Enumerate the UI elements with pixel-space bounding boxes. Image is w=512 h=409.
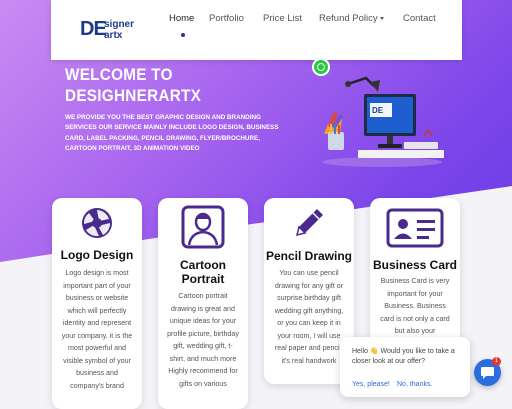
nav-portfolio[interactable]: Portfolio [209,13,244,24]
nav-home[interactable]: Home [169,13,194,24]
nav-refund-policy[interactable]: Refund Policy [319,13,384,24]
svg-text:DE: DE [372,106,384,115]
logo-text-top: signer [104,19,135,30]
card-title: Pencil Drawing [265,249,353,263]
card-title: Cartoon Portrait [158,258,248,286]
card-title-line2: Portrait [181,272,225,286]
caret-down-icon [379,16,384,20]
card-text: Cartoon portrait drawing is great and un… [167,292,239,388]
chat-message: Hello 👋 Would you like to take a closer … [352,348,455,365]
site-logo[interactable]: DE signer artx [80,18,144,43]
nav-contact[interactable]: Contact [403,13,436,24]
hero-description: WE PROVIDE YOU THE BEST GRAPHIC DESIGN A… [65,114,279,152]
card-title-line1: Cartoon [180,258,226,272]
notification-badge: 1 [492,357,501,366]
chat-no-button[interactable]: No, thanks. [397,381,432,388]
hero-title-line2: DESIGHNERARTX [65,86,202,105]
logo-text-bottom: artx [104,30,123,41]
card-text: Logo design is most important part of yo… [61,269,133,390]
card-text: You can use pencil drawing for any gift … [274,269,344,365]
nav-price-list[interactable]: Price List [263,13,302,24]
card-title: Business Card [372,258,458,272]
card-text: Business Card is very important for your… [380,277,450,335]
service-card-logo-design[interactable]: Logo Design Logo design is most importan… [52,198,142,409]
chat-yes-button[interactable]: Yes, please! [352,381,390,388]
id-card-icon [386,208,444,248]
hero-title-line1: WELCOME TO [65,65,173,84]
service-card-business-card[interactable]: Business Card Business Card is very impo… [370,198,460,348]
chat-popup: Hello 👋 Would you like to take a closer … [340,337,470,397]
service-card-cartoon-portrait[interactable]: Cartoon Portrait Cartoon portrait drawin… [158,198,248,409]
whatsapp-icon[interactable] [312,58,330,76]
card-title: Logo Design [60,248,134,262]
hero-title: WELCOME TO DESIGHNERARTX [65,64,201,106]
aperture-icon [82,208,112,238]
logo-mark: DE [80,18,107,40]
design-desk-illustration: DE [322,76,444,167]
nav-refund-policy-label: Refund Policy [319,13,378,24]
navbar: DE signer artx Home Portfolio Price List… [51,0,462,60]
portrait-icon [181,205,225,249]
active-indicator [181,33,185,37]
pencil-icon [295,209,323,237]
